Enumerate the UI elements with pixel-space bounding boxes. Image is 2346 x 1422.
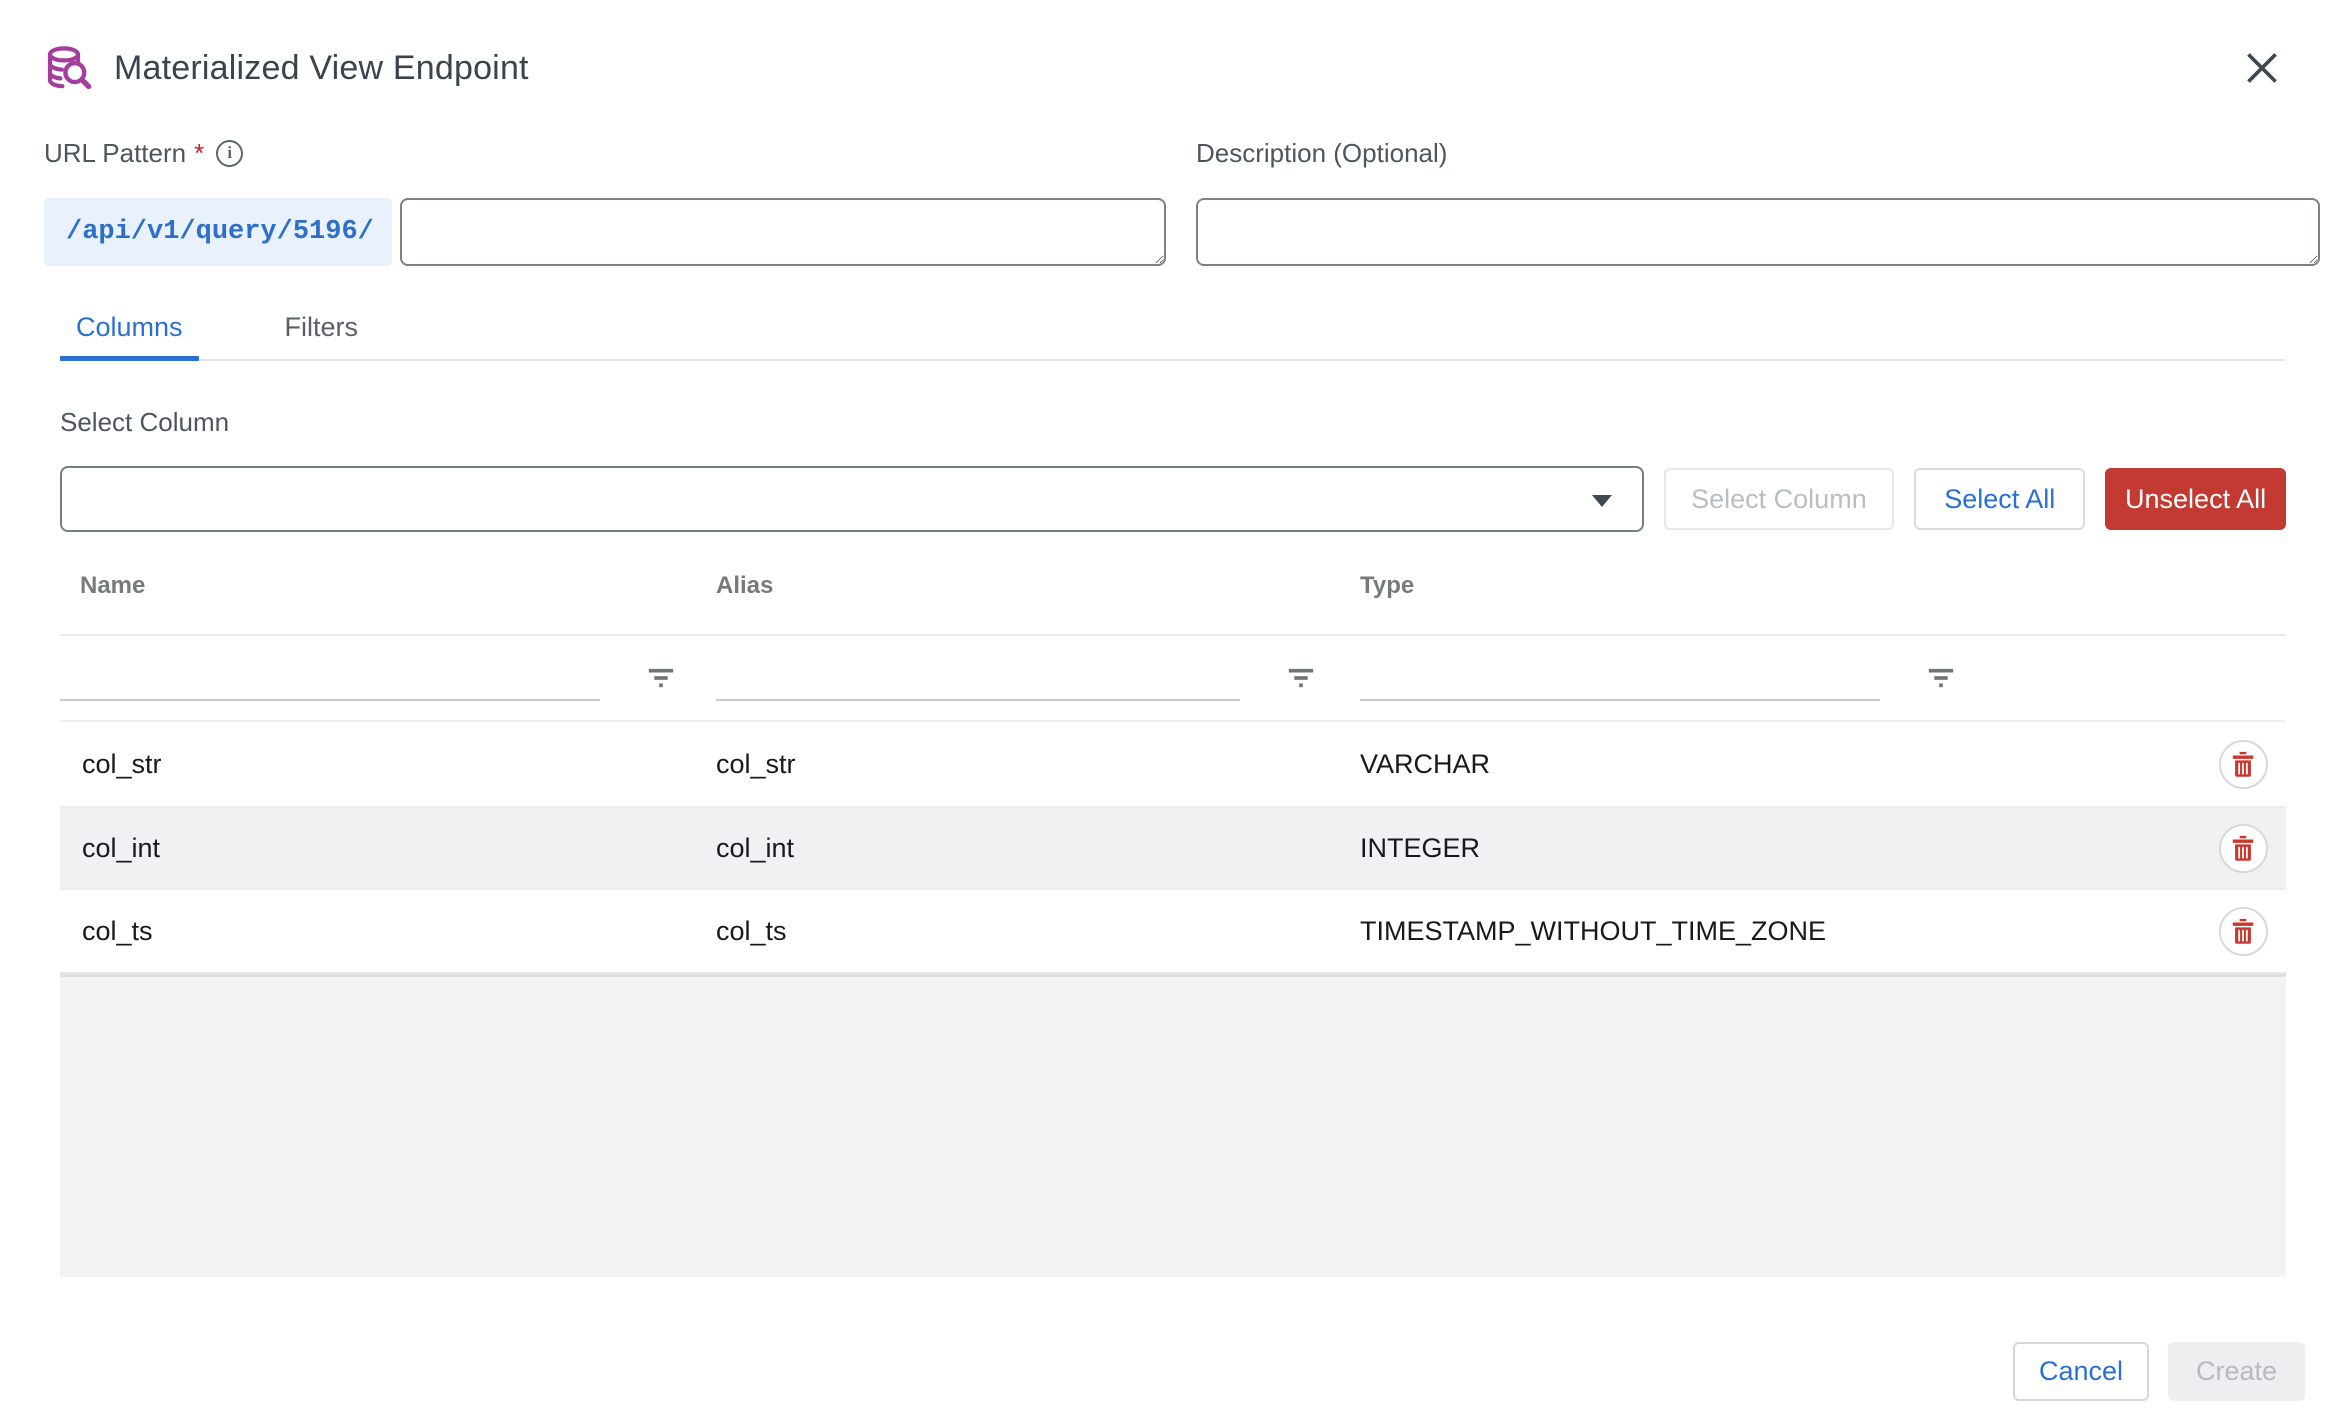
- tab-bar: Columns Filters: [60, 312, 2286, 361]
- empty-table-area: [60, 974, 2286, 1277]
- cell-type: INTEGER: [1360, 833, 2200, 864]
- url-pattern-input[interactable]: [400, 198, 1166, 266]
- trash-icon: [2231, 751, 2255, 778]
- unselect-all-button[interactable]: Unselect All: [2105, 468, 2286, 530]
- trash-icon: [2231, 918, 2255, 945]
- chevron-down-icon: [1592, 495, 1612, 507]
- dialog-title: Materialized View Endpoint: [114, 49, 529, 88]
- cell-alias: col_ts: [716, 916, 1360, 947]
- cell-name: col_str: [60, 749, 716, 780]
- type-filter-input[interactable]: [1360, 655, 1880, 701]
- table-row: col_ts col_ts TIMESTAMP_WITHOUT_TIME_ZON…: [60, 890, 2286, 974]
- database-search-icon: [44, 44, 92, 92]
- materialized-view-endpoint-dialog: Materialized View Endpoint URL Pattern *…: [0, 0, 2346, 1422]
- close-icon: [2241, 47, 2283, 89]
- table-row: col_str col_str VARCHAR: [60, 722, 2286, 806]
- cell-name: col_int: [60, 833, 716, 864]
- filter-icon[interactable]: [646, 667, 676, 689]
- select-column-label: Select Column: [60, 407, 2286, 438]
- column-header-alias: Alias: [716, 572, 1360, 600]
- create-button[interactable]: Create: [2168, 1342, 2305, 1401]
- column-selector-row: Select Column Select All Unselect All: [60, 466, 2286, 532]
- filter-icon[interactable]: [1286, 667, 1316, 689]
- alias-filter-input[interactable]: [716, 655, 1240, 701]
- cell-alias: col_int: [716, 833, 1360, 864]
- cell-type: TIMESTAMP_WITHOUT_TIME_ZONE: [1360, 916, 2200, 947]
- dialog-header: Materialized View Endpoint: [0, 0, 2346, 94]
- column-header-name: Name: [60, 572, 716, 600]
- url-pattern-field: URL Pattern * i /api/v1/query/5196/: [44, 136, 1166, 266]
- info-icon[interactable]: i: [216, 140, 243, 167]
- table-filter-row: [60, 636, 2286, 722]
- url-prefix: /api/v1/query/5196/: [44, 198, 392, 266]
- cancel-button[interactable]: Cancel: [2013, 1342, 2149, 1401]
- table-row: col_int col_int INTEGER: [60, 806, 2286, 890]
- required-asterisk: *: [194, 138, 204, 169]
- url-pattern-label: URL Pattern: [44, 138, 186, 169]
- tab-filters[interactable]: Filters: [269, 312, 375, 359]
- delete-row-button[interactable]: [2219, 824, 2268, 873]
- columns-table: Name Alias Type: [60, 572, 2286, 1277]
- filter-icon[interactable]: [1926, 667, 1956, 689]
- tab-columns[interactable]: Columns: [60, 312, 199, 359]
- columns-tab-content: Select Column Select Column Select All U…: [0, 407, 2346, 1277]
- column-header-type: Type: [1360, 572, 2200, 600]
- table-header-row: Name Alias Type: [60, 572, 2286, 636]
- description-input[interactable]: [1196, 198, 2320, 266]
- select-column-dropdown[interactable]: [60, 466, 1644, 532]
- select-column-button[interactable]: Select Column: [1664, 468, 1895, 530]
- form-row: URL Pattern * i /api/v1/query/5196/ Desc…: [0, 94, 2346, 266]
- dialog-footer: Cancel Create: [2013, 1342, 2305, 1401]
- name-filter-input[interactable]: [60, 655, 600, 701]
- cell-alias: col_str: [716, 749, 1360, 780]
- delete-row-button[interactable]: [2219, 907, 2268, 956]
- description-field: Description (Optional): [1196, 136, 2320, 266]
- cell-name: col_ts: [60, 916, 716, 947]
- select-all-button[interactable]: Select All: [1914, 468, 2085, 530]
- cell-type: VARCHAR: [1360, 749, 2200, 780]
- close-button[interactable]: [2236, 42, 2288, 94]
- delete-row-button[interactable]: [2219, 740, 2268, 789]
- description-label: Description (Optional): [1196, 138, 1447, 169]
- trash-icon: [2231, 835, 2255, 862]
